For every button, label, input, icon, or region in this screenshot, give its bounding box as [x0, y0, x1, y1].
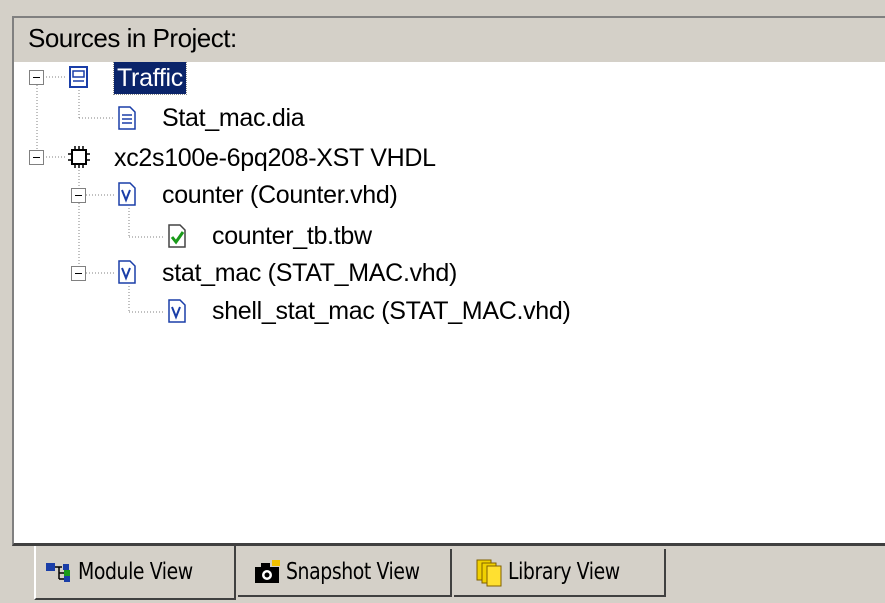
tab-snapshot-view-label: Snapshot View	[286, 559, 420, 585]
sources-window: Sources in Project: Traffic Stat_mac.dia…	[0, 0, 885, 603]
view-tab-bar: Module View Snapshot View Library View	[12, 546, 885, 603]
tab-library-view[interactable]: Library View	[454, 549, 666, 597]
expand-toggle-traffic[interactable]	[29, 70, 44, 85]
tab-module-view[interactable]: Module View	[34, 546, 236, 600]
vhdl-file-icon	[168, 299, 186, 323]
document-icon	[118, 106, 136, 130]
testbench-check-icon	[168, 224, 186, 248]
expand-toggle-device[interactable]	[29, 150, 44, 165]
tree-item-stat-mac-dia[interactable]: Stat_mac.dia	[159, 102, 307, 134]
module-hierarchy-icon	[46, 563, 70, 582]
vhdl-file-icon	[118, 182, 136, 206]
tree-item-traffic[interactable]: Traffic	[113, 62, 187, 95]
expand-toggle-stat-mac[interactable]	[71, 266, 86, 281]
panel-header: Sources in Project:	[12, 16, 885, 62]
expand-toggle-counter[interactable]	[71, 188, 86, 203]
tree-item-stat-mac[interactable]: stat_mac (STAT_MAC.vhd)	[159, 257, 460, 289]
tree-item-counter-tb[interactable]: counter_tb.tbw	[209, 220, 375, 252]
tree-item-device[interactable]: xc2s100e-6pq208-XST VHDL	[111, 142, 439, 174]
tab-module-view-label: Module View	[78, 559, 193, 585]
project-icon	[69, 66, 88, 88]
chip-icon	[68, 146, 90, 168]
sources-tree[interactable]: Traffic Stat_mac.dia xc2s100e-6pq208-XST…	[12, 62, 885, 546]
vhdl-file-icon	[118, 260, 136, 284]
tab-snapshot-view[interactable]: Snapshot View	[238, 549, 452, 597]
camera-icon	[255, 560, 280, 583]
tree-item-shell-stat-mac[interactable]: shell_stat_mac (STAT_MAC.vhd)	[209, 295, 574, 327]
tab-library-view-label: Library View	[508, 559, 620, 585]
panel-title: Sources in Project:	[28, 23, 237, 53]
library-books-icon	[476, 559, 502, 587]
tree-item-counter[interactable]: counter (Counter.vhd)	[159, 179, 401, 211]
